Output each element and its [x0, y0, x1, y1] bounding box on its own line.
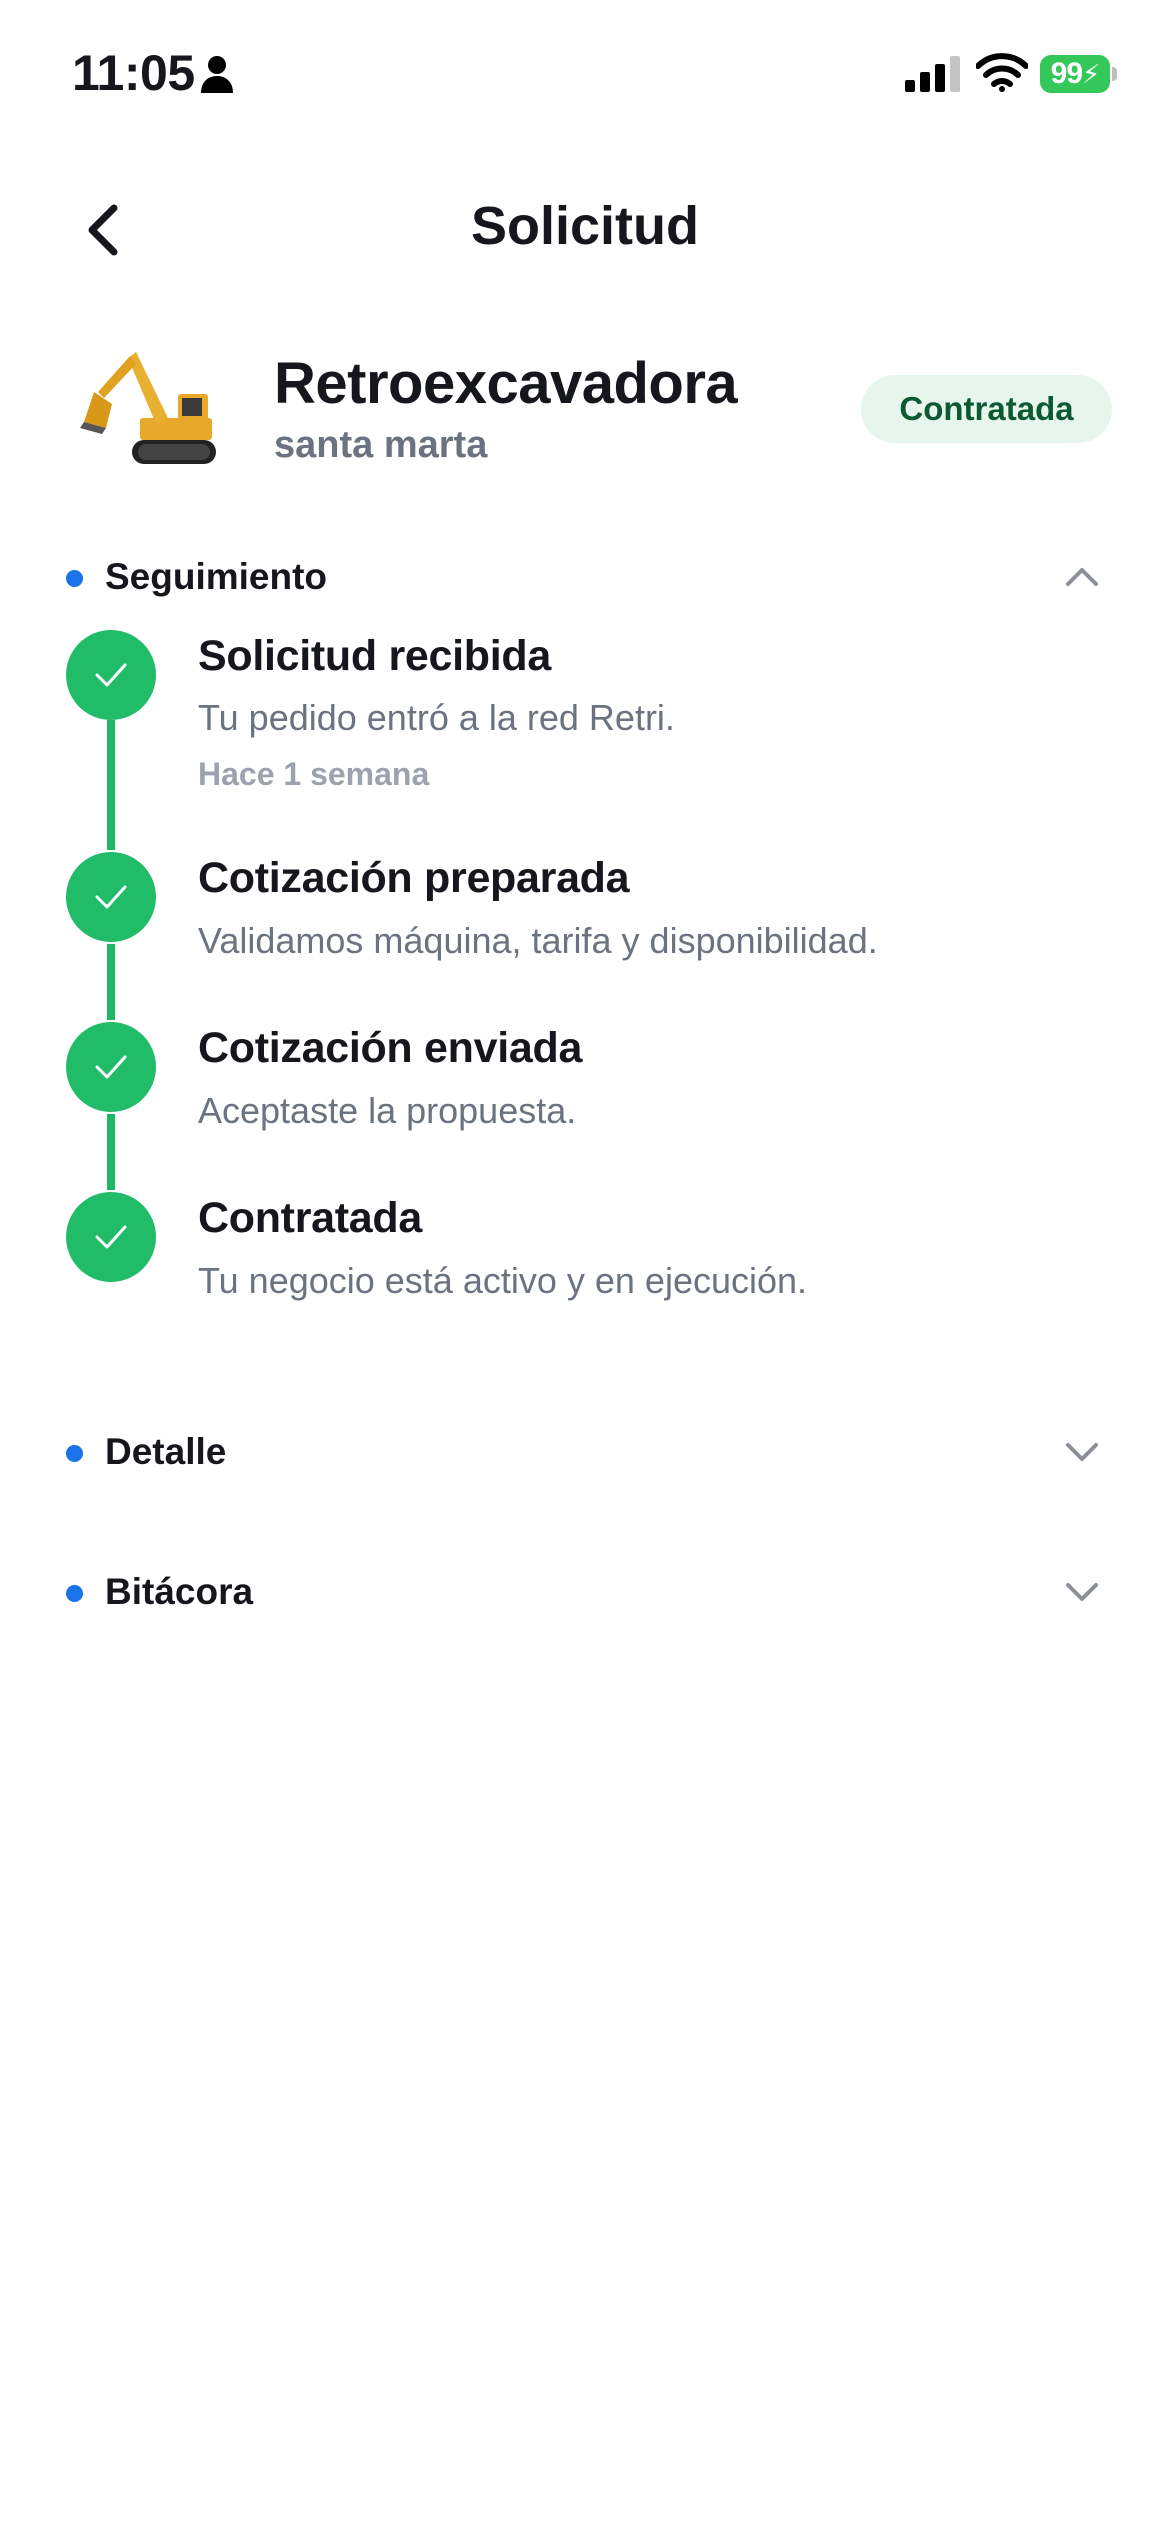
section-dot [66, 1445, 83, 1462]
wifi-icon [976, 53, 1028, 92]
request-screen: 11:05 99⚡ Solicitud Retroexcavadora sant… [0, 0, 1170, 2532]
detail-section-header[interactable]: Detalle [0, 1417, 1170, 1487]
step-description: Validamos máquina, tarifa y disponibilid… [198, 920, 878, 961]
page-title: Solicitud [471, 196, 699, 256]
tracking-section-header[interactable]: Seguimiento [0, 542, 1170, 612]
timeline-connector [107, 720, 115, 850]
step-description: Tu negocio está activo y en ejecución. [198, 1260, 808, 1301]
step-description: Aceptaste la propuesta. [198, 1090, 577, 1131]
step-check-circle [66, 630, 156, 720]
battery-charging-icon: 99⚡ [1040, 55, 1117, 93]
chevron-down-icon [1066, 1583, 1098, 1601]
log-section-header[interactable]: Bitácora [0, 1557, 1170, 1627]
status-badge: Contratada [861, 375, 1112, 443]
timeline-connector [107, 1114, 115, 1190]
battery-cap [1112, 67, 1117, 81]
timeline-connector [107, 944, 115, 1020]
detail-section-label: Detalle [105, 1431, 227, 1472]
battery-level: 99⚡ [1040, 55, 1110, 93]
status-bar: 11:05 99⚡ [0, 0, 1170, 150]
status-time: 11:05 [72, 45, 195, 101]
section-dot [66, 570, 83, 587]
step-check-circle [66, 852, 156, 942]
person-icon [201, 56, 233, 93]
step-title: Cotización enviada [198, 1024, 583, 1072]
battery-percent: 99 [1050, 57, 1083, 90]
check-icon [95, 1225, 127, 1249]
excavator-image [80, 352, 216, 464]
step-check-circle [66, 1022, 156, 1112]
step-title: Solicitud recibida [198, 632, 552, 680]
check-icon [95, 1055, 127, 1079]
chevron-up-icon [1066, 568, 1098, 586]
tracking-section-label: Seguimiento [105, 556, 328, 597]
check-icon [95, 663, 127, 687]
step-title: Contratada [198, 1194, 422, 1242]
machine-name: Retroexcavadora [274, 351, 738, 416]
step-check-circle [66, 1192, 156, 1282]
step-timestamp: Hace 1 semana [198, 756, 430, 792]
log-section-label: Bitácora [105, 1571, 254, 1612]
section-dot [66, 1585, 83, 1602]
chevron-down-icon [1066, 1443, 1098, 1461]
step-title: Cotización preparada [198, 854, 630, 902]
cellular-signal-icon [905, 56, 960, 92]
check-icon [95, 885, 127, 909]
machine-location: santa marta [274, 424, 488, 466]
bolt-icon: ⚡ [1082, 59, 1100, 89]
step-description: Tu pedido entró a la red Retri. [198, 697, 675, 738]
